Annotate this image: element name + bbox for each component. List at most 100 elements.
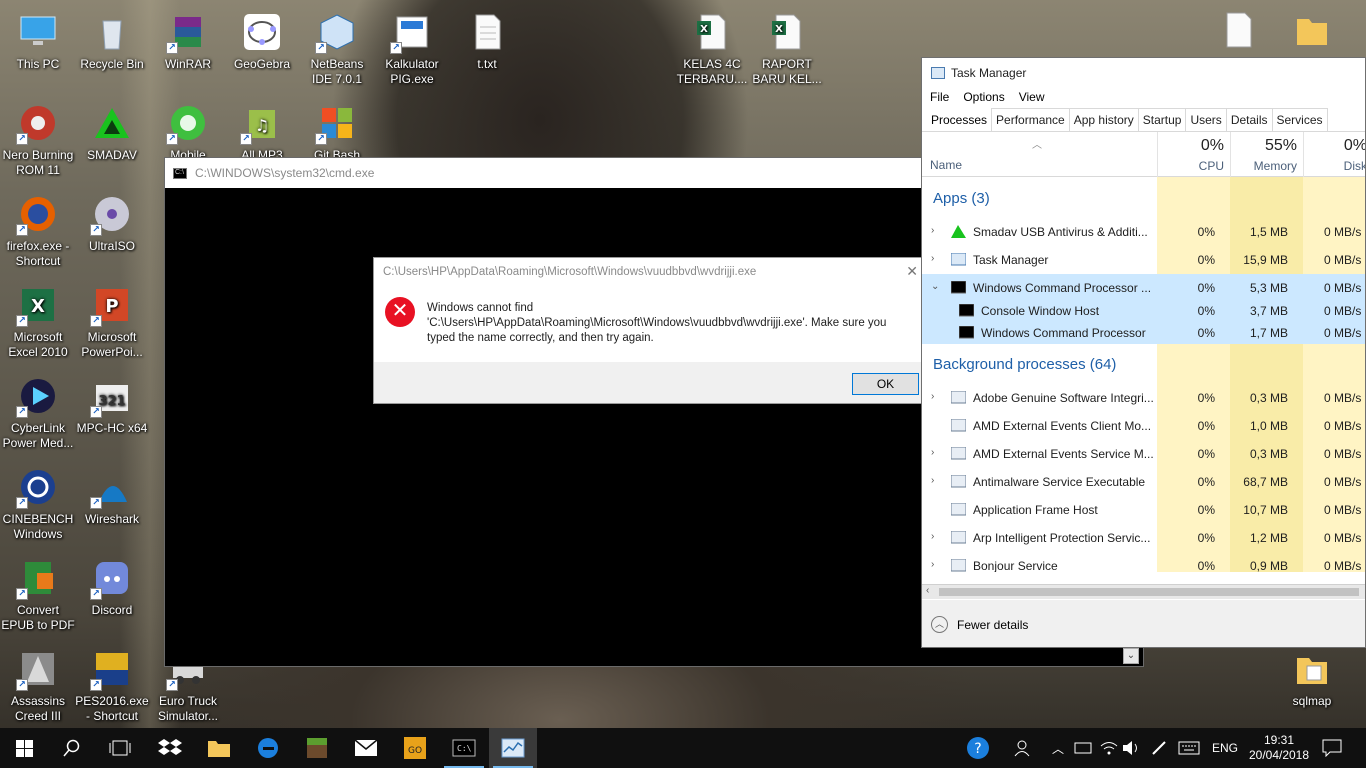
menu-options[interactable]: Options — [963, 87, 1004, 108]
desktop-icon-git-bash[interactable]: ↗ Git Bash — [299, 101, 375, 163]
desktop-icon-excel[interactable]: X ↗ Microsoft Excel 2010 — [0, 283, 76, 360]
tab-users[interactable]: Users — [1185, 108, 1227, 131]
table-row-child[interactable]: Windows Command Processor 0% 1,7 MB 0 MB… — [922, 322, 1365, 344]
table-row[interactable]: › Smadav USB Antivirus & Additi... 0% 1,… — [922, 218, 1365, 246]
desktop-icon-kalkulator[interactable]: ↗ Kalkulator PIG.exe — [374, 10, 450, 87]
desktop-icon-winrar[interactable]: ↗ WinRAR — [150, 10, 226, 72]
taskbar-minecraft[interactable] — [293, 728, 341, 768]
desktop-icon-t-txt[interactable]: t.txt — [449, 10, 525, 72]
keyboard-tray[interactable] — [1074, 728, 1092, 768]
touch-keyboard-tray[interactable] — [1178, 728, 1200, 768]
table-row[interactable]: Application Frame Host 0% 10,7 MB 0 MB/s — [922, 496, 1365, 524]
desktop-icon-this-pc[interactable]: This PC — [0, 10, 76, 72]
tab-performance[interactable]: Performance — [991, 108, 1070, 131]
desktop-icon-ultraiso[interactable]: ↗ UltraISO — [74, 192, 150, 254]
menu-view[interactable]: View — [1019, 87, 1045, 108]
taskbar-task-manager[interactable] — [489, 728, 537, 768]
chevron-right-icon[interactable]: › — [931, 253, 934, 264]
task-view-button[interactable] — [96, 728, 144, 768]
taskbar-edge[interactable] — [244, 728, 292, 768]
task-manager-title-bar[interactable]: Task Manager — [922, 58, 1365, 87]
desktop-icon-sqlmap[interactable]: sqlmap — [1274, 647, 1350, 709]
menu-file[interactable]: File — [930, 87, 949, 108]
desktop-icon-folder-right[interactable] — [1274, 8, 1350, 55]
table-row[interactable]: › Task Manager 0% 15,9 MB 0 MB/s — [922, 246, 1365, 274]
cmd-icon: C:\ — [173, 167, 187, 179]
desktop-icon-raport[interactable]: X RAPORT BARU KEL... — [749, 10, 825, 87]
chevron-down-icon[interactable]: ⌄ — [1123, 648, 1139, 664]
ok-button[interactable]: OK — [852, 373, 919, 395]
desktop-icon-powerpoint[interactable]: P ↗ Microsoft PowerPoi... — [74, 283, 150, 360]
desktop-icon-assassins-creed[interactable]: ↗ Assassins Creed III — [0, 647, 76, 724]
table-row[interactable]: AMD External Events Client Mo... 0% 1,0 … — [922, 412, 1365, 440]
desktop-icon-cinebench[interactable]: ↗ CINEBENCH Windows — [0, 465, 76, 542]
desktop-icon-cyberlink[interactable]: ↗ CyberLink Power Med... — [0, 374, 76, 451]
table-row[interactable]: › Antimalware Service Executable 0% 68,7… — [922, 468, 1365, 496]
desktop-icon-convert-epub[interactable]: ↗ Convert EPUB to PDF — [0, 556, 76, 633]
tab-startup[interactable]: Startup — [1137, 108, 1187, 131]
desktop-icon-geogebra[interactable]: GeoGebra — [224, 10, 300, 72]
table-row[interactable]: › Arp Intelligent Protection Servic... 0… — [922, 524, 1365, 552]
column-memory[interactable]: 55% Memory — [1230, 132, 1303, 177]
desktop-icon-smadav[interactable]: SMADAV — [74, 101, 150, 163]
tab-details[interactable]: Details — [1225, 108, 1273, 131]
svg-text:?: ? — [974, 741, 981, 757]
table-row[interactable]: › Adobe Genuine Software Integri... 0% 0… — [922, 384, 1365, 412]
clock[interactable]: 19:31 20/04/2018 — [1248, 728, 1310, 768]
fewer-details-link[interactable]: Fewer details — [957, 618, 1028, 632]
network-tray[interactable] — [1100, 728, 1118, 768]
chevron-right-icon[interactable]: › — [931, 531, 934, 542]
column-disk[interactable]: 0% Disk — [1303, 132, 1365, 177]
desktop-icon-wireshark[interactable]: ↗ Wireshark — [74, 465, 150, 527]
search-button[interactable] — [48, 728, 96, 768]
chevron-left-icon[interactable]: ‹ — [926, 585, 929, 596]
task-manager-window[interactable]: Task Manager File Options View Processes… — [921, 57, 1366, 648]
chevron-up-icon[interactable]: ︿ — [931, 616, 948, 633]
taskbar-dropbox[interactable] — [146, 728, 194, 768]
desktop-icon-pes2016[interactable]: ↗ PES2016.exe - Shortcut — [74, 647, 150, 724]
desktop-icon-netbeans[interactable]: ↗ NetBeans IDE 7.0.1 — [299, 10, 375, 87]
taskbar-csgo[interactable]: GO — [391, 728, 439, 768]
table-row[interactable]: › Bonjour Service 0% 0,9 MB 0 MB/s — [922, 552, 1365, 572]
tab-processes[interactable]: Processes — [926, 108, 993, 131]
chevron-right-icon[interactable]: › — [931, 391, 934, 402]
scrollbar-thumb[interactable] — [939, 588, 1359, 596]
help-tray[interactable]: ? — [966, 728, 990, 768]
desktop-icon-file-right[interactable] — [1200, 8, 1276, 55]
start-button[interactable] — [0, 728, 48, 768]
chevron-down-icon[interactable]: ⌄ — [931, 281, 939, 292]
desktop-icon-kelas-4c[interactable]: X KELAS 4C TERBARU.... — [674, 10, 750, 87]
column-cpu[interactable]: 0% CPU — [1157, 132, 1230, 177]
chevron-right-icon[interactable]: › — [931, 225, 934, 236]
tab-services[interactable]: Services — [1271, 108, 1328, 131]
close-icon[interactable]: ✕ — [906, 263, 918, 280]
chevron-right-icon[interactable]: › — [931, 447, 934, 458]
tab-app-history[interactable]: App history — [1068, 108, 1139, 131]
action-center[interactable] — [1322, 728, 1342, 768]
desktop-icon-recycle-bin[interactable]: Recycle Bin — [74, 10, 150, 72]
desktop-icon-firefox[interactable]: ↗ firefox.exe - Shortcut — [0, 192, 76, 269]
show-hidden-icons[interactable]: ︿ — [1052, 728, 1064, 768]
chevron-right-icon[interactable]: › — [931, 475, 934, 486]
table-row-selected[interactable]: ⌄ Windows Command Processor ... 0% 5,3 M… — [922, 274, 1365, 302]
taskbar-file-explorer[interactable] — [195, 728, 243, 768]
desktop-icon-mobile[interactable]: ↗ Mobile — [150, 101, 226, 163]
taskbar-mail[interactable] — [342, 728, 390, 768]
taskbar-cmd[interactable]: C:\ — [440, 728, 488, 768]
horizontal-scrollbar[interactable]: ‹ — [922, 584, 1365, 599]
dialog-title-bar[interactable]: C:\Users\HP\AppData\Roaming\Microsoft\Wi… — [374, 258, 924, 286]
pen-tray[interactable] — [1150, 728, 1168, 768]
chevron-right-icon[interactable]: › — [931, 559, 934, 570]
desktop-icon-mpc-hc[interactable]: 321 ↗ MPC-HC x64 — [74, 374, 150, 436]
desktop-icon-all-mp3[interactable]: ♫ ↗ All MP3 — [224, 101, 300, 163]
desktop-icon-nero[interactable]: ↗ Nero Burning ROM 11 — [0, 101, 76, 178]
error-dialog[interactable]: C:\Users\HP\AppData\Roaming\Microsoft\Wi… — [373, 257, 925, 404]
dialog-footer: OK — [374, 362, 924, 403]
desktop-icon-discord[interactable]: ↗ Discord — [74, 556, 150, 618]
table-row-child[interactable]: Console Window Host 0% 3,7 MB 0 MB/s — [922, 300, 1365, 322]
column-name[interactable]: Name — [930, 158, 962, 172]
people-tray[interactable] — [1014, 728, 1032, 768]
volume-tray[interactable] — [1122, 728, 1140, 768]
table-row[interactable]: › AMD External Events Service M... 0% 0,… — [922, 440, 1365, 468]
language-indicator[interactable]: ENG — [1212, 728, 1238, 768]
